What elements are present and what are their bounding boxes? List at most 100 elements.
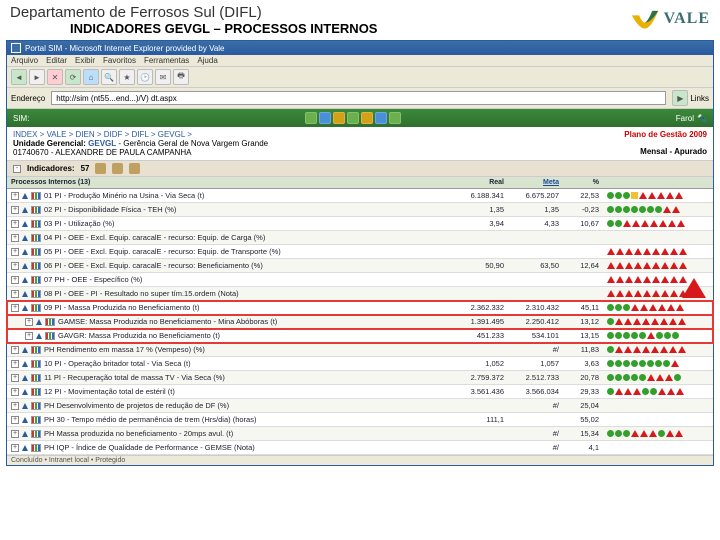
chart-icon[interactable] (31, 234, 41, 242)
expand-icon[interactable]: + (11, 430, 19, 438)
filter-icon-2[interactable] (112, 163, 123, 174)
cell-pct: 20,78 (563, 372, 603, 383)
chart-icon[interactable] (31, 430, 41, 438)
status-dot (667, 304, 675, 311)
table-row[interactable]: +11 PI - Recuperação total de massa TV -… (7, 371, 713, 385)
expand-icon[interactable]: + (11, 304, 19, 312)
address-input[interactable]: http://sim (nt55...end...)/V) dt.aspx (51, 91, 666, 105)
expand-icon[interactable]: + (25, 318, 33, 326)
forward-button[interactable]: ► (29, 69, 45, 85)
chart-icon[interactable] (31, 220, 41, 228)
expand-icon[interactable]: + (11, 444, 19, 452)
chart-icon[interactable] (45, 332, 55, 340)
chart-icon[interactable] (31, 388, 41, 396)
expand-icon[interactable]: + (11, 360, 19, 368)
chart-icon[interactable] (347, 112, 359, 124)
expand-icon[interactable]: + (11, 290, 19, 298)
status-dot (678, 318, 686, 325)
stop-button[interactable]: ✕ (47, 69, 63, 85)
breadcrumb[interactable]: INDEX > VALE > DIEN > DIDF > DIFL > GEVG… (13, 130, 268, 139)
chart-icon[interactable] (31, 374, 41, 382)
home-icon[interactable] (319, 112, 331, 124)
search-button[interactable]: 🔍 (101, 69, 117, 85)
expand-icon[interactable]: + (11, 220, 19, 228)
status-dot (660, 346, 668, 353)
col-meta[interactable]: Meta (543, 179, 559, 186)
table-row[interactable]: +02 PI - Disponibilidade Física - TEH (%… (7, 203, 713, 217)
chart-icon[interactable] (31, 192, 41, 200)
status-dot (631, 332, 638, 339)
chart-icon[interactable] (31, 360, 41, 368)
filter-icon-1[interactable] (95, 163, 106, 174)
menu-bar[interactable]: Arquivo Editar Exibir Favoritos Ferramen… (7, 55, 713, 67)
chart-icon[interactable] (31, 402, 41, 410)
table-row[interactable]: +06 PI - OEE - Excl. Equip. caracalE - r… (7, 259, 713, 273)
print-icon[interactable] (375, 112, 387, 124)
cell-pct: 45,11 (563, 302, 603, 313)
chart-icon[interactable] (31, 346, 41, 354)
table-row[interactable]: +09 PI - Massa Produzida no Beneficiamen… (7, 301, 713, 315)
chart-icon[interactable] (31, 304, 41, 312)
expand-icon[interactable]: + (11, 206, 19, 214)
expand-icon[interactable]: + (11, 374, 19, 382)
table-row[interactable]: +05 PI - OEE - Excl. Equip. caracalE - r… (7, 245, 713, 259)
favorites-button[interactable]: ★ (119, 69, 135, 85)
home-button[interactable]: ⌂ (83, 69, 99, 85)
table-row[interactable]: +PH Rendimento em massa 17 % (Vempeso) (… (7, 343, 713, 357)
menu-editar[interactable]: Editar (46, 56, 67, 65)
collapse-toggle[interactable]: - (13, 165, 21, 173)
table-row[interactable]: +10 PI - Operação britador total - Via S… (7, 357, 713, 371)
chart-icon[interactable] (31, 416, 41, 424)
expand-icon[interactable]: + (11, 402, 19, 410)
table-row[interactable]: +GAVGR: Massa Produzida no Beneficiament… (7, 329, 713, 343)
mail-button[interactable]: ✉ (155, 69, 171, 85)
expand-icon[interactable]: + (25, 332, 33, 340)
table-row[interactable]: +01 PI - Produção Minério na Usina - Via… (7, 189, 713, 203)
chart-icon[interactable] (31, 290, 41, 298)
chart-icon[interactable] (31, 444, 41, 452)
refresh-icon[interactable] (305, 112, 317, 124)
expand-icon[interactable]: + (11, 192, 19, 200)
table-row[interactable]: +PH Desenvolvimento de projetos de reduç… (7, 399, 713, 413)
chart-icon[interactable] (31, 248, 41, 256)
chart-icon[interactable] (31, 206, 41, 214)
table-row[interactable]: +07 PH - OEE - Específico (%) (7, 273, 713, 287)
expand-icon[interactable]: + (11, 234, 19, 242)
print-button[interactable]: 🖶 (173, 69, 189, 85)
table-row[interactable]: +03 PI - Utilização (%)3,944,3310,67 (7, 217, 713, 231)
status-dot (672, 332, 679, 339)
menu-ajuda[interactable]: Ajuda (197, 56, 217, 65)
trend-up-icon (22, 235, 28, 241)
expand-icon[interactable]: + (11, 346, 19, 354)
links-label: Links (690, 94, 709, 103)
help-icon[interactable] (389, 112, 401, 124)
filter-icon-3[interactable] (129, 163, 140, 174)
chart-icon[interactable] (31, 262, 41, 270)
expand-icon[interactable]: + (11, 388, 19, 396)
excel-icon[interactable] (361, 112, 373, 124)
chart-icon[interactable] (45, 318, 55, 326)
expand-icon[interactable]: + (11, 416, 19, 424)
go-button[interactable]: ▶ (672, 90, 688, 106)
unidade-code[interactable]: GEVGL (88, 139, 116, 148)
table-row[interactable]: +08 PI - OEE - PI - Resultado no super t… (7, 287, 713, 301)
menu-ferramentas[interactable]: Ferramentas (144, 56, 189, 65)
back-button[interactable]: ◄ (11, 69, 27, 85)
menu-favoritos[interactable]: Favoritos (103, 56, 136, 65)
table-row[interactable]: +12 PI - Movimentação total de estéril (… (7, 385, 713, 399)
table-row[interactable]: +PH Massa produzida no beneficiamento - … (7, 427, 713, 441)
folder-icon[interactable] (333, 112, 345, 124)
expand-icon[interactable]: + (11, 262, 19, 270)
menu-exibir[interactable]: Exibir (75, 56, 95, 65)
expand-icon[interactable]: + (11, 248, 19, 256)
refresh-button[interactable]: ⟳ (65, 69, 81, 85)
expand-icon[interactable]: + (11, 276, 19, 284)
status-dot (647, 374, 655, 381)
table-row[interactable]: +GAMSE: Massa Produzida no Beneficiament… (7, 315, 713, 329)
table-row[interactable]: +04 PI - OEE - Excl. Equip. caracalE - r… (7, 231, 713, 245)
table-row[interactable]: +PH IQP - Índice de Qualidade de Perform… (7, 441, 713, 455)
chart-icon[interactable] (31, 276, 41, 284)
menu-arquivo[interactable]: Arquivo (11, 56, 38, 65)
history-button[interactable]: 🕑 (137, 69, 153, 85)
table-row[interactable]: +PH 30 - Tempo médio de permanência de t… (7, 413, 713, 427)
